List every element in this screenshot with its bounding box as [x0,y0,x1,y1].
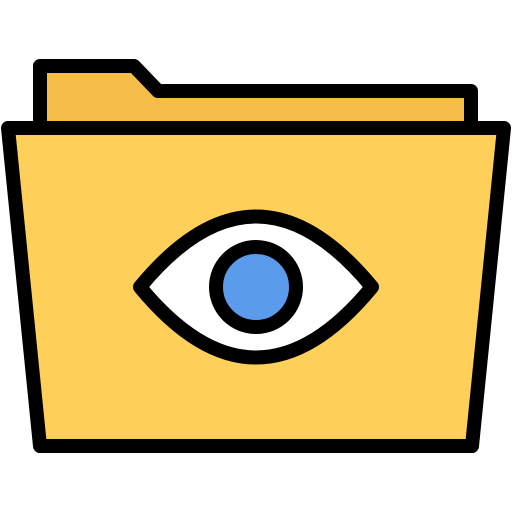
folder-eye-icon [1,59,511,453]
eye-iris [209,240,303,334]
folder-eye-icon-canvas [0,0,512,512]
